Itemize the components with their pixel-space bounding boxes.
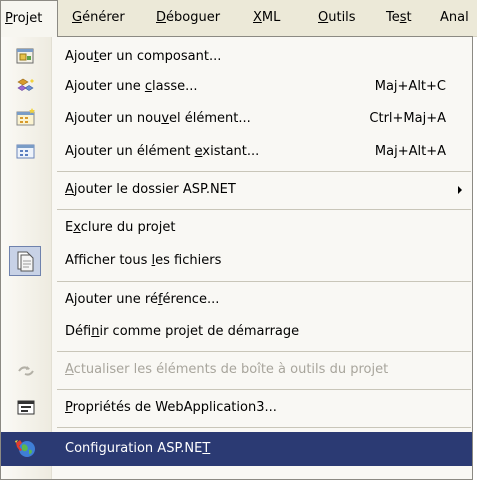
asp-net-configuration-icon	[12, 436, 40, 462]
menu-test-text-rest: t	[406, 10, 412, 25]
menu-item-label: Ajouter un nouvel élément...	[65, 111, 251, 126]
menu-outils[interactable]: Outils	[318, 0, 356, 36]
menu-item-set-as-startup-project[interactable]: Définir comme projet de démarrage	[1, 316, 472, 348]
menu-item-refresh-toolbox-items: Actualiser les éléments de boîte à outil…	[1, 354, 472, 386]
menu-item-label: Ajouter le dossier ASP.NET	[65, 182, 236, 197]
menu-item-shortcut: Maj+Alt+C	[374, 79, 446, 94]
menu-deboguer-text-rest: éboguer	[166, 10, 221, 25]
menu-generer-text-rest: énérer	[82, 10, 125, 25]
menu-item-add-new-item[interactable]: Ajouter un nouvel élément... Ctrl+Maj+A	[1, 102, 472, 136]
menu-separator	[57, 351, 471, 352]
menu-generer[interactable]: Générer	[72, 0, 125, 36]
menu-item-label: Ajouter une classe...	[65, 79, 198, 94]
menu-item-exclude-from-project[interactable]: Exclure du projet	[1, 212, 472, 244]
menu-xml-accelerator: X	[253, 10, 262, 25]
menu-item-label: Configuration ASP.NET	[65, 441, 211, 456]
menu-outils-text-rest: utils	[328, 10, 356, 25]
menu-item-label: Exclure du projet	[65, 220, 176, 235]
menu-deboguer[interactable]: Déboguer	[156, 0, 220, 36]
menu-deboguer-accelerator: D	[156, 10, 167, 25]
properties-icon	[12, 395, 40, 421]
menu-separator	[57, 171, 471, 172]
menu-test[interactable]: Test	[386, 0, 412, 36]
menu-xml[interactable]: XML	[253, 0, 280, 36]
menu-item-add-class[interactable]: Ajouter une classe... Maj+Alt+C	[1, 72, 472, 102]
menu-separator	[57, 281, 471, 282]
menu-item-shortcut: Ctrl+Maj+A	[369, 111, 446, 126]
menu-item-label: Actualiser les éléments de boîte à outil…	[65, 362, 389, 377]
menu-test-accelerator: s	[399, 10, 407, 25]
show-all-files-icon	[9, 246, 41, 276]
menu-test-text: Te	[386, 10, 400, 25]
menu-item-asp-net-configuration[interactable]: Configuration ASP.NET	[1, 432, 472, 466]
menu-item-label: Propriétés de WebApplication3...	[65, 400, 277, 415]
menu-item-add-asp-net-folder[interactable]: Ajouter le dossier ASP.NET	[1, 174, 472, 206]
menu-item-label: Ajouter un élément existant...	[65, 144, 260, 159]
menu-projet-text-rest: rojet	[12, 11, 43, 26]
menu-generer-accelerator: G	[72, 10, 83, 25]
menu-analyser-text: Anal	[440, 10, 469, 25]
menu-projet-accelerator: P	[5, 11, 13, 26]
visual-studio-window: Projet Générer Déboguer XML Outils Test …	[0, 0, 477, 482]
submenu-arrow-icon	[458, 186, 462, 194]
projet-dropdown-menu: Ajouter un composant... Ajouter une clas…	[0, 36, 473, 480]
menu-bar: Projet Générer Déboguer XML Outils Test …	[0, 0, 477, 37]
menu-item-label: Afficher tous les fichiers	[65, 253, 222, 268]
menu-separator	[57, 427, 471, 428]
add-component-icon	[12, 44, 40, 70]
menu-outils-accelerator: O	[318, 10, 329, 25]
menu-projet[interactable]: Projet	[0, 0, 58, 37]
menu-item-shortcut: Maj+Alt+A	[374, 144, 446, 159]
refresh-toolbox-icon	[12, 357, 40, 383]
add-existing-item-icon	[12, 139, 40, 165]
menu-item-label: Ajouter un composant...	[65, 49, 222, 64]
menu-analyser[interactable]: Anal	[440, 0, 469, 36]
menu-item-properties[interactable]: Propriétés de WebApplication3...	[1, 392, 472, 424]
menu-item-add-component[interactable]: Ajouter un composant...	[1, 42, 472, 72]
menu-item-show-all-files[interactable]: Afficher tous les fichiers	[1, 244, 472, 278]
menu-item-add-existing-item[interactable]: Ajouter un élément existant... Maj+Alt+A	[1, 136, 472, 168]
menu-separator	[57, 389, 471, 390]
menu-separator	[57, 209, 471, 210]
menu-item-add-reference[interactable]: Ajouter une référence...	[1, 284, 472, 316]
menu-item-label: Définir comme projet de démarrage	[65, 324, 300, 339]
menu-xml-text-rest: ML	[261, 10, 281, 25]
add-new-item-icon	[12, 106, 40, 132]
menu-item-label: Ajouter une référence...	[65, 292, 220, 307]
add-class-icon	[12, 74, 40, 100]
